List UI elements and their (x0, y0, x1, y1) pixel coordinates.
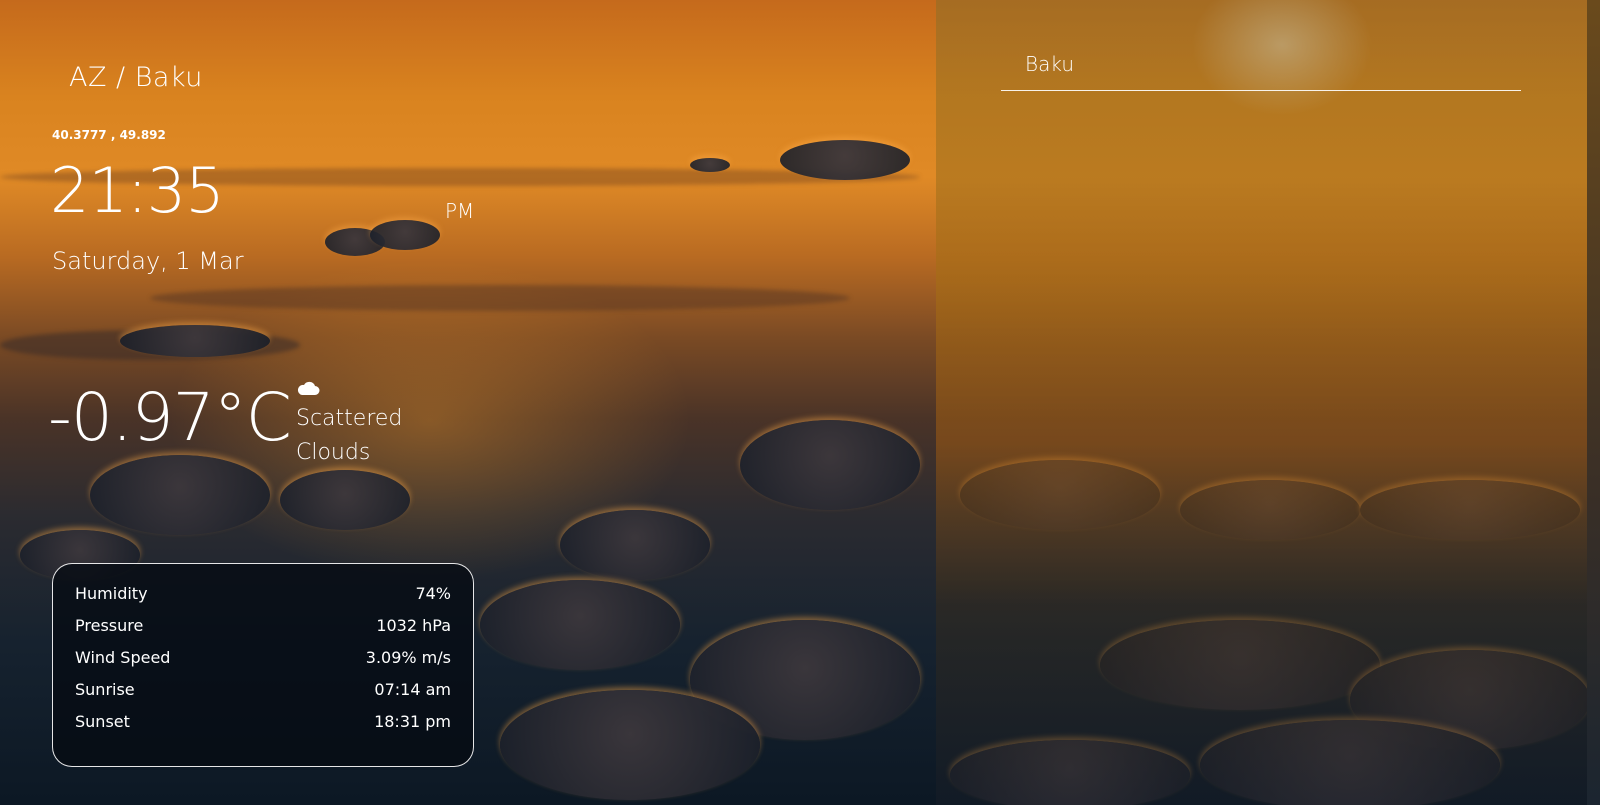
weather-details-card: Humidity 74% Pressure 1032 hPa Wind Spee… (52, 563, 474, 767)
detail-row-wind-speed: Wind Speed 3.09% m/s (75, 642, 451, 674)
detail-row-sunrise: Sunrise 07:14 am (75, 674, 451, 706)
detail-row-pressure: Pressure 1032 hPa (75, 610, 451, 642)
detail-value: 3.09% m/s (365, 648, 451, 667)
coordinates: 40.3777 , 49.892 (52, 128, 166, 142)
search-panel (936, 0, 1587, 805)
detail-row-humidity: Humidity 74% (75, 578, 451, 610)
cloud-icon (296, 380, 320, 396)
detail-label: Humidity (75, 584, 148, 603)
ampm-indicator: PM (445, 199, 475, 223)
current-time: 21:35 (50, 154, 225, 227)
weather-condition: Scattered Clouds (296, 406, 403, 465)
panel-edge (1587, 0, 1600, 805)
detail-label: Sunrise (75, 680, 135, 699)
detail-value: 1032 hPa (376, 616, 451, 635)
detail-label: Pressure (75, 616, 144, 635)
search-input[interactable] (1023, 48, 1507, 80)
current-date: Saturday, 1 Mar (52, 247, 244, 275)
search-box[interactable] (1001, 40, 1521, 91)
temperature: -0.97°C (48, 379, 292, 456)
detail-row-sunset: Sunset 18:31 pm (75, 706, 451, 738)
detail-label: Sunset (75, 712, 130, 731)
location-label: AZ / Baku (69, 62, 203, 93)
detail-value: 18:31 pm (374, 712, 451, 731)
detail-value: 07:14 am (374, 680, 451, 699)
detail-label: Wind Speed (75, 648, 171, 667)
weather-app: AZ / Baku 40.3777 , 49.892 21:35 PM Satu… (0, 0, 1600, 805)
detail-value: 74% (415, 584, 451, 603)
